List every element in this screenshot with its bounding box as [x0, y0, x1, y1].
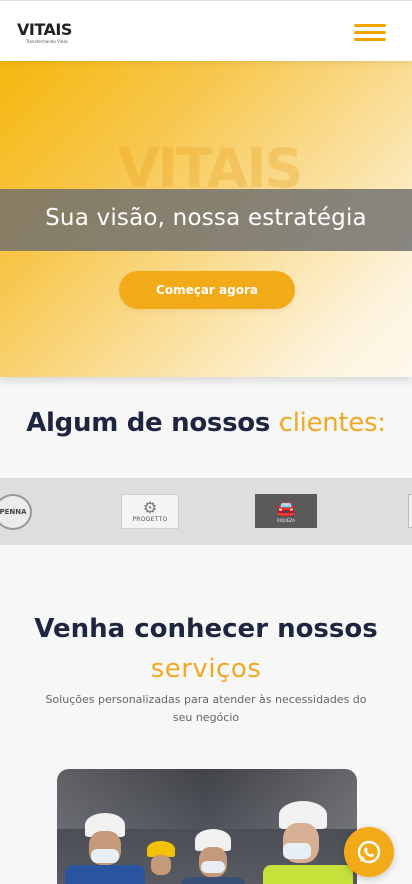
client-logo-name: RIQUEZA — [276, 517, 296, 523]
services-heading-highlight: serviços — [150, 654, 262, 684]
whatsapp-icon — [357, 840, 381, 864]
hamburger-line — [354, 38, 386, 41]
vitais-logo[interactable]: VITAIS Transformando Vidas — [17, 20, 72, 45]
mask-shape — [201, 861, 225, 873]
client-logo-partial — [408, 494, 412, 528]
client-logo-progetto: ⚙ PROGETTO — [121, 494, 179, 529]
client-logo-penna: PENNA — [0, 494, 32, 530]
clients-heading-main: Algum de nossos — [26, 408, 279, 438]
hero-section: VITAIS Sua visão, nossa estratégia Começ… — [0, 61, 412, 377]
client-logo-name: PENNA — [0, 508, 27, 516]
gear-icon: ⚙ — [142, 498, 158, 517]
hamburger-menu-icon[interactable] — [354, 24, 386, 42]
client-logo-name: PROGETTO — [132, 516, 168, 523]
worker-body — [181, 877, 245, 884]
services-subtitle: Soluções personalizadas para atender às … — [45, 693, 367, 724]
clients-heading: Algum de nossos clientes: — [0, 408, 412, 438]
mask-shape — [91, 849, 119, 863]
page: VITAIS Transformando Vidas VITAIS Sua vi… — [0, 0, 412, 884]
hero-title: Sua visão, nossa estratégia — [45, 205, 367, 231]
hamburger-line — [354, 24, 386, 27]
logo-tagline: Transformando Vidas — [26, 39, 68, 44]
hamburger-line — [354, 31, 386, 34]
logo-wordmark: VITAIS — [17, 20, 72, 39]
whatsapp-button[interactable] — [344, 827, 394, 877]
services-photo-workers — [57, 769, 357, 884]
worker-body — [65, 865, 145, 884]
services-heading-line1: Venha conhecer nossos — [34, 614, 378, 644]
mask-shape — [283, 843, 311, 859]
client-logo-riqueza: 🚘 RIQUEZA — [255, 494, 317, 528]
clients-heading-highlight: clientes: — [278, 408, 386, 438]
services-heading: Venha conhecer nossos serviços — [0, 612, 412, 686]
clients-logo-carousel[interactable]: PENNA ⚙ PROGETTO 🚘 RIQUEZA — [0, 478, 412, 545]
car-icon: 🚘 — [276, 498, 296, 518]
start-now-button[interactable]: Começar agora — [119, 271, 295, 309]
site-header: VITAIS Transformando Vidas — [0, 0, 412, 61]
worker-body — [263, 865, 353, 884]
face-shape — [151, 855, 171, 875]
